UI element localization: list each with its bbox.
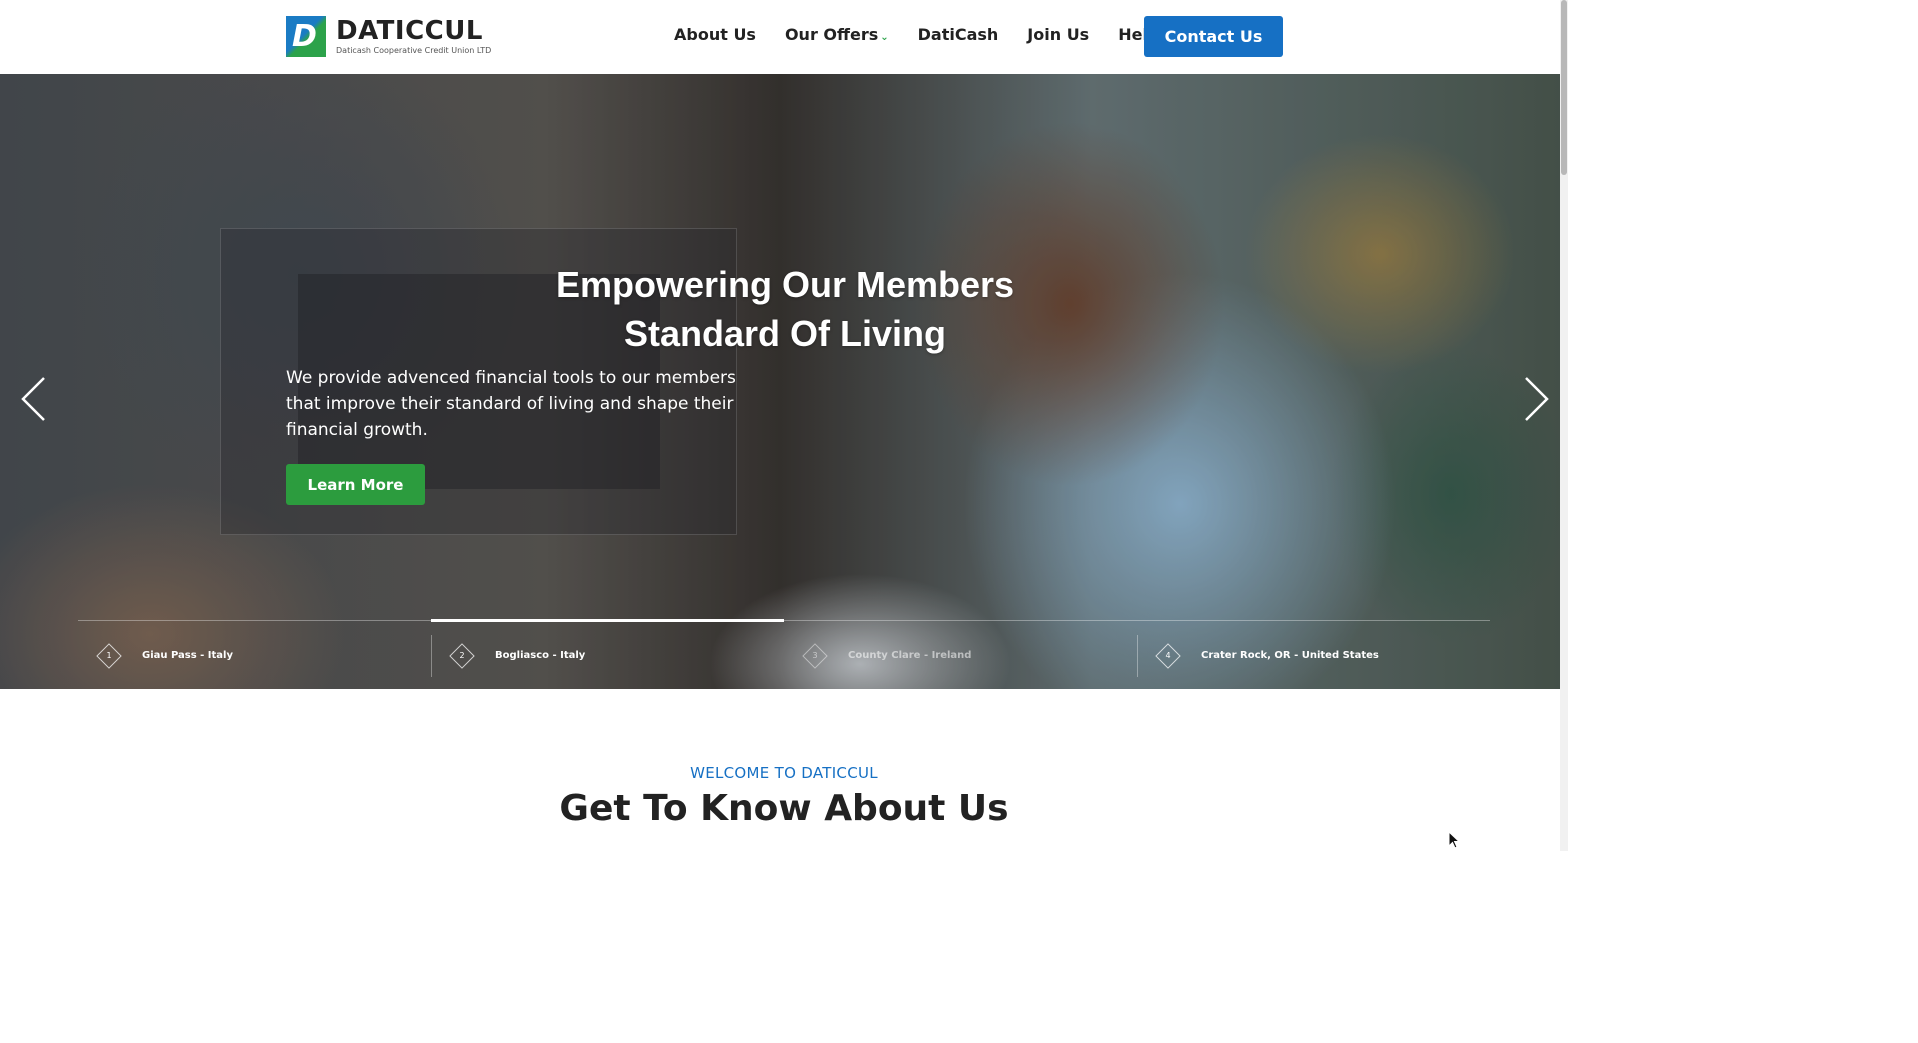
slide-thumb-2[interactable]: 2 Bogliasco - Italy [431, 619, 784, 677]
slide-number: 1 [106, 651, 112, 660]
slide-number: 3 [812, 651, 818, 660]
site-header: D DATICCUL Daticash Cooperative Credit U… [0, 0, 1568, 74]
chevron-down-icon: ⌄ [880, 32, 889, 43]
slide-label: Crater Rock, OR - United States [1201, 650, 1379, 661]
slide-divider [1137, 635, 1138, 677]
hero-title-line1: Empowering Our Members [555, 264, 1015, 305]
page-scrollbar[interactable] [1560, 0, 1568, 851]
slide-thumb-4[interactable]: 4 Crater Rock, OR - United States [1137, 621, 1490, 677]
slide-number-badge: 4 [1155, 643, 1181, 669]
slide-divider [431, 635, 432, 677]
slide-thumbnails: 1 Giau Pass - Italy 2 Bogliasco - Italy … [78, 619, 1490, 680]
logo-letter: D [292, 19, 317, 54]
main-nav: About Us Our Offers ⌄ DatiCash Join Us He… [674, 25, 1188, 44]
hero-title-line2: Standard Of Living [623, 313, 946, 354]
hero-description: We provide advenced financial tools to o… [286, 368, 736, 440]
brand-name: DATICCUL [336, 16, 483, 46]
slide-label: Giau Pass - Italy [142, 650, 234, 661]
slide-thumb-1[interactable]: 1 Giau Pass - Italy [78, 621, 431, 677]
slide-number-badge: 2 [449, 643, 475, 669]
slide-number-badge: 1 [96, 643, 122, 669]
slide-label: County Clare - Ireland [848, 650, 972, 661]
hero-slider: Empowering Our Members Standard Of Livin… [0, 74, 1560, 689]
slide-label: Bogliasco - Italy [495, 650, 586, 661]
mouse-cursor-icon [1448, 831, 1460, 849]
brand-logo[interactable]: D DATICCUL Daticash Cooperative Credit U… [286, 16, 491, 57]
slide-thumb-3[interactable]: 3 County Clare - Ireland [784, 621, 1137, 677]
nav-label: Our Offers [784, 25, 879, 44]
nav-about-us[interactable]: About Us [674, 25, 756, 44]
slide-number-badge: 3 [802, 643, 828, 669]
chevron-right-icon[interactable] [1522, 374, 1552, 424]
nav-label: About Us [674, 25, 756, 44]
brand-tagline: Daticash Cooperative Credit Union LTD [336, 46, 492, 55]
chevron-left-icon[interactable] [18, 374, 48, 424]
logo-text: DATICCUL Daticash Cooperative Credit Uni… [336, 18, 491, 55]
logo-mark-icon: D [286, 16, 326, 57]
nav-label: Join Us [1027, 25, 1090, 44]
nav-join-us[interactable]: Join Us [1027, 25, 1089, 44]
learn-more-button[interactable]: Learn More [286, 464, 425, 505]
contact-us-button[interactable]: Contact Us [1144, 16, 1283, 57]
hero-title: Empowering Our Members Standard Of Livin… [470, 260, 1100, 358]
nav-daticash[interactable]: DatiCash [918, 25, 999, 44]
welcome-kicker: WELCOME TO DATICCUL [690, 764, 878, 782]
nav-our-offers[interactable]: Our Offers ⌄ [785, 25, 889, 44]
scrollbar-thumb[interactable] [1561, 0, 1567, 175]
nav-label: DatiCash [917, 25, 999, 44]
welcome-title: Get To Know About Us [559, 788, 1009, 829]
slide-number: 4 [1165, 651, 1171, 660]
slide-number: 2 [459, 651, 465, 660]
